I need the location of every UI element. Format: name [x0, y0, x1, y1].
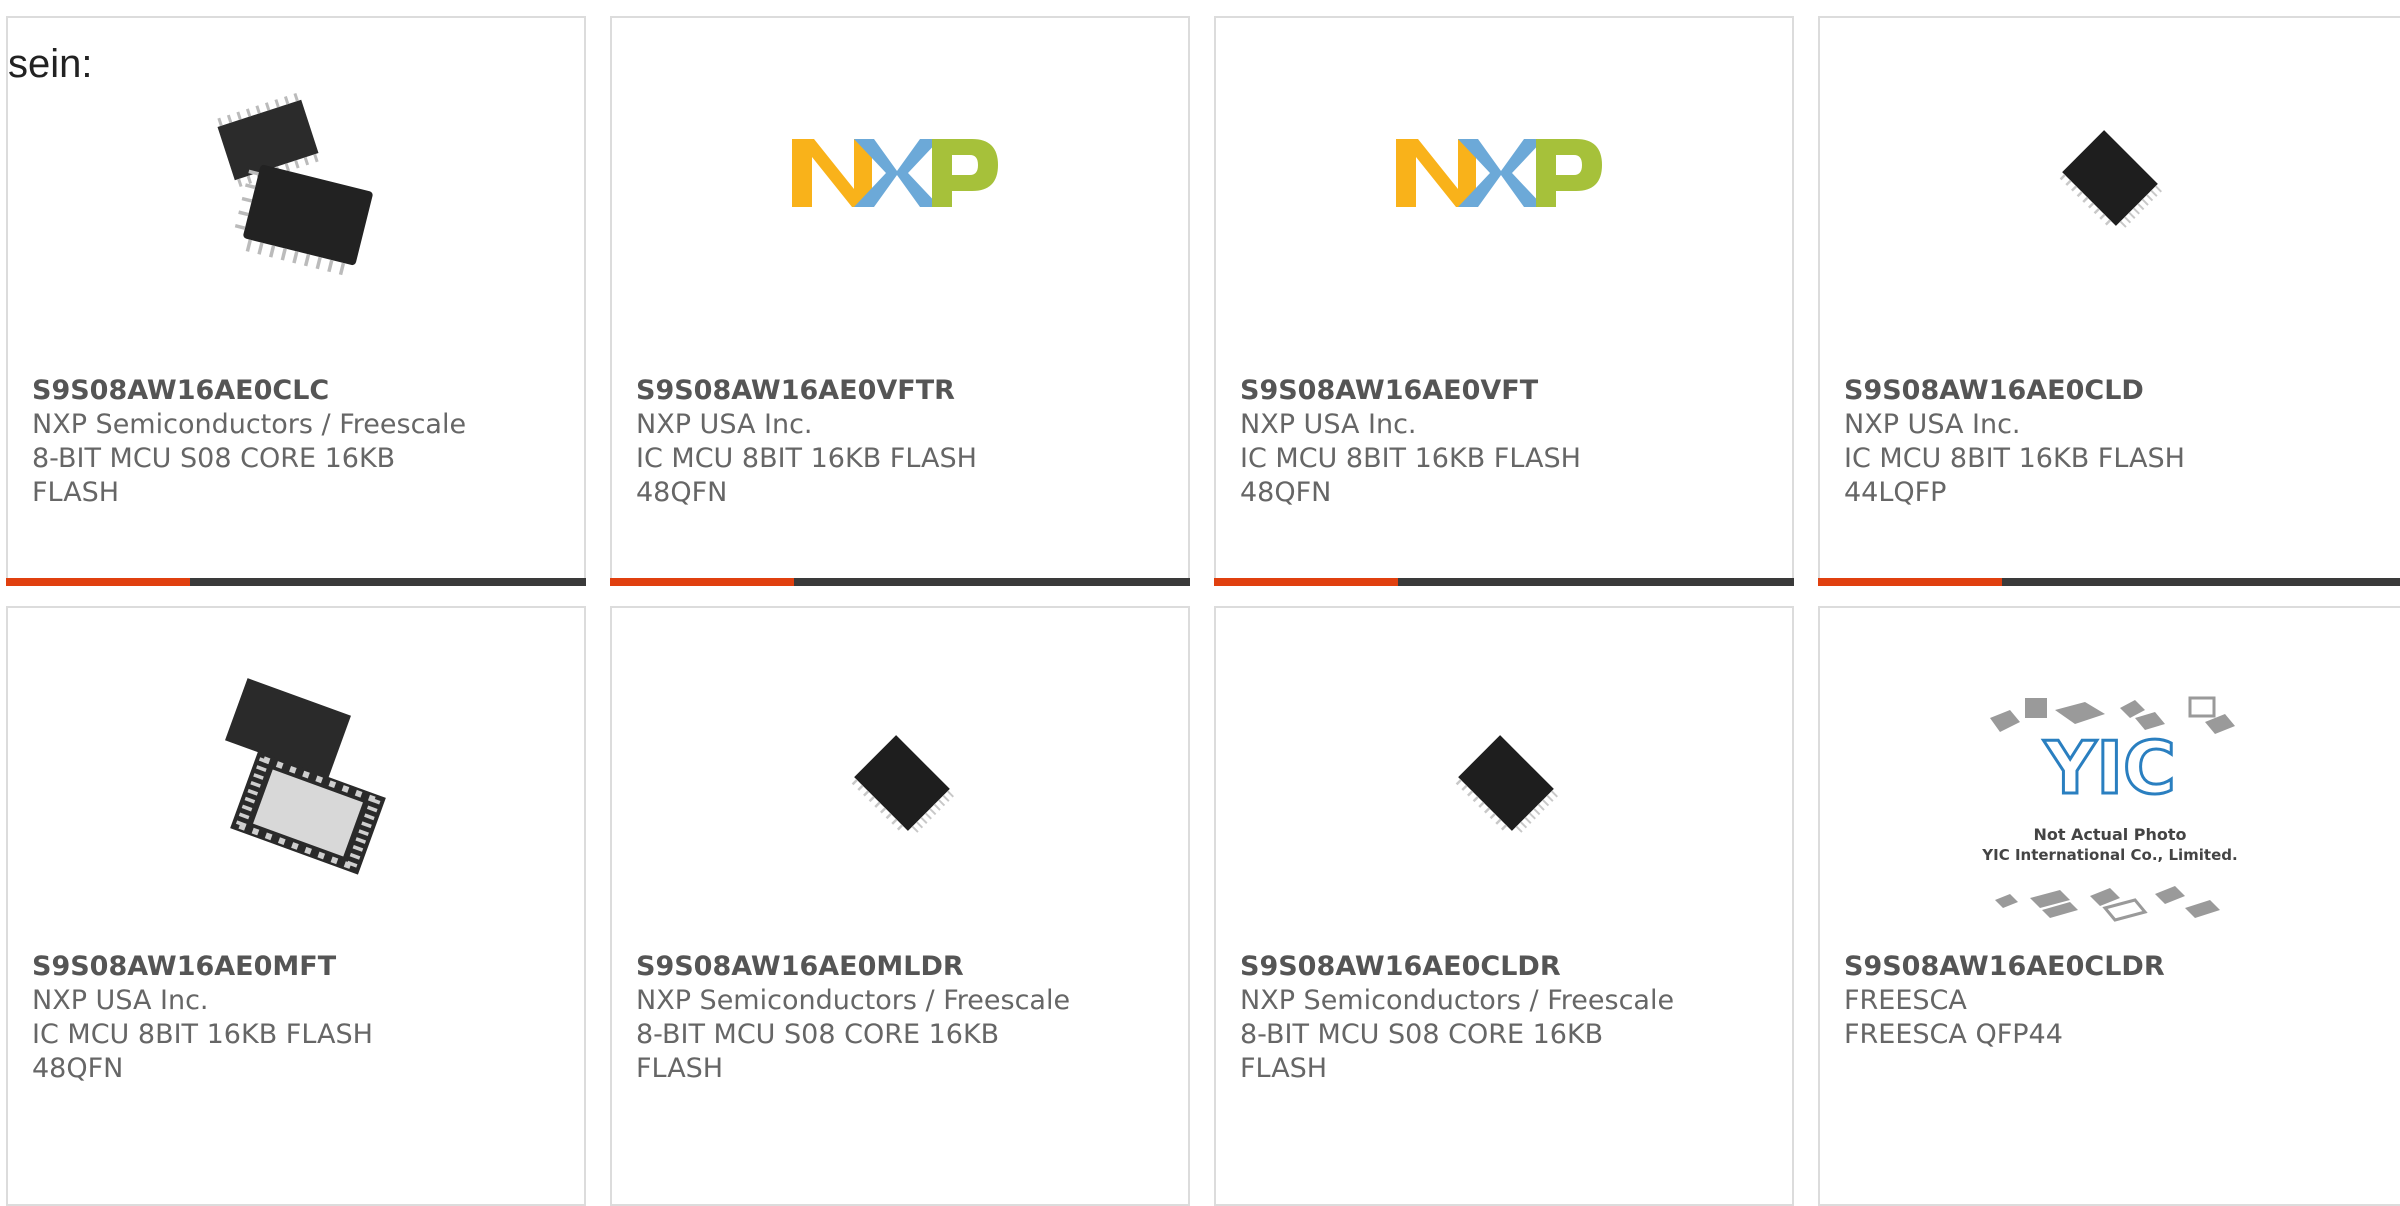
description: 8-BIT MCU S08 CORE 16KB FLASH — [1240, 1019, 1604, 1084]
intro-text: sein: — [8, 42, 93, 86]
card-hover-bar — [1818, 578, 2400, 586]
description: IC MCU 8BIT 16KB FLASH 48QFN — [1240, 443, 1581, 508]
nxp-logo — [1396, 128, 1606, 218]
manufacturer: NXP USA Inc. — [32, 985, 209, 1016]
product-grid: S9S08AW16AE0CLC NXP Semiconductors / Fre… — [0, 0, 2400, 1206]
manufacturer: NXP USA Inc. — [1844, 409, 2021, 440]
lqfp-chip-icon — [1406, 688, 1606, 878]
product-card[interactable]: S9S08AW16AE0VFT NXP USA Inc. IC MCU 8BIT… — [1214, 16, 1794, 586]
part-number[interactable]: S9S08AW16AE0CLD — [1844, 374, 2366, 408]
card-hover-bar — [6, 578, 586, 586]
manufacturer: NXP Semiconductors / Freescale — [636, 985, 1071, 1016]
product-card[interactable]: S9S08AW16AE0CLC NXP Semiconductors / Fre… — [6, 16, 586, 586]
lqfp-chip-icon — [802, 688, 1002, 878]
manufacturer: NXP Semiconductors / Freescale — [1240, 985, 1675, 1016]
description: IC MCU 8BIT 16KB FLASH 48QFN — [636, 443, 977, 508]
description: 8-BIT MCU S08 CORE 16KB FLASH — [636, 1019, 1000, 1084]
description: 8-BIT MCU S08 CORE 16KB FLASH — [32, 443, 396, 508]
description: FREESCA QFP44 — [1844, 1019, 2063, 1050]
part-number[interactable]: S9S08AW16AE0VFTR — [636, 374, 1148, 408]
card-hover-bar — [610, 578, 1190, 586]
not-actual-photo-text: Not Actual Photo — [2033, 825, 2186, 844]
product-card[interactable]: S9S08AW16AE0VFTR NXP USA Inc. IC MCU 8BI… — [610, 16, 1190, 586]
manufacturer: NXP USA Inc. — [1240, 409, 1417, 440]
product-card[interactable]: S9S08AW16AE0CLD NXP USA Inc. IC MCU 8BIT… — [1818, 16, 2400, 586]
lqfp-chip-icon — [2020, 108, 2200, 248]
product-card[interactable]: S9S08AW16AE0MLDR NXP Semiconductors / Fr… — [610, 606, 1190, 1206]
part-number[interactable]: S9S08AW16AE0CLC — [32, 374, 544, 408]
yic-placeholder-image: YIC Not Actual Photo YIC International C… — [1970, 688, 2250, 928]
nxp-logo — [792, 128, 1002, 218]
card-hover-bar — [1214, 578, 1794, 586]
description: IC MCU 8BIT 16KB FLASH 44LQFP — [1844, 443, 2185, 508]
yic-logo-text: YIC — [2043, 726, 2176, 810]
manufacturer: NXP USA Inc. — [636, 409, 813, 440]
product-card[interactable]: YIC Not Actual Photo YIC International C… — [1818, 606, 2400, 1206]
part-number[interactable]: S9S08AW16AE0MFT — [32, 950, 544, 984]
product-card[interactable]: S9S08AW16AE0CLDR NXP Semiconductors / Fr… — [1214, 606, 1794, 1206]
manufacturer: FREESCA — [1844, 985, 1967, 1016]
yic-company-text: YIC International Co., Limited. — [1981, 846, 2237, 864]
part-number[interactable]: S9S08AW16AE0MLDR — [636, 950, 1148, 984]
part-number[interactable]: S9S08AW16AE0CLDR — [1844, 950, 2366, 984]
part-number[interactable]: S9S08AW16AE0VFT — [1240, 374, 1752, 408]
product-card[interactable]: S9S08AW16AE0MFT NXP USA Inc. IC MCU 8BIT… — [6, 606, 586, 1206]
two-qfp-chips-icon — [193, 85, 393, 285]
part-number[interactable]: S9S08AW16AE0CLDR — [1240, 950, 1752, 984]
manufacturer: NXP Semiconductors / Freescale — [32, 409, 467, 440]
description: IC MCU 8BIT 16KB FLASH 48QFN — [32, 1019, 373, 1084]
qfn-chip-pair-icon — [193, 678, 403, 878]
